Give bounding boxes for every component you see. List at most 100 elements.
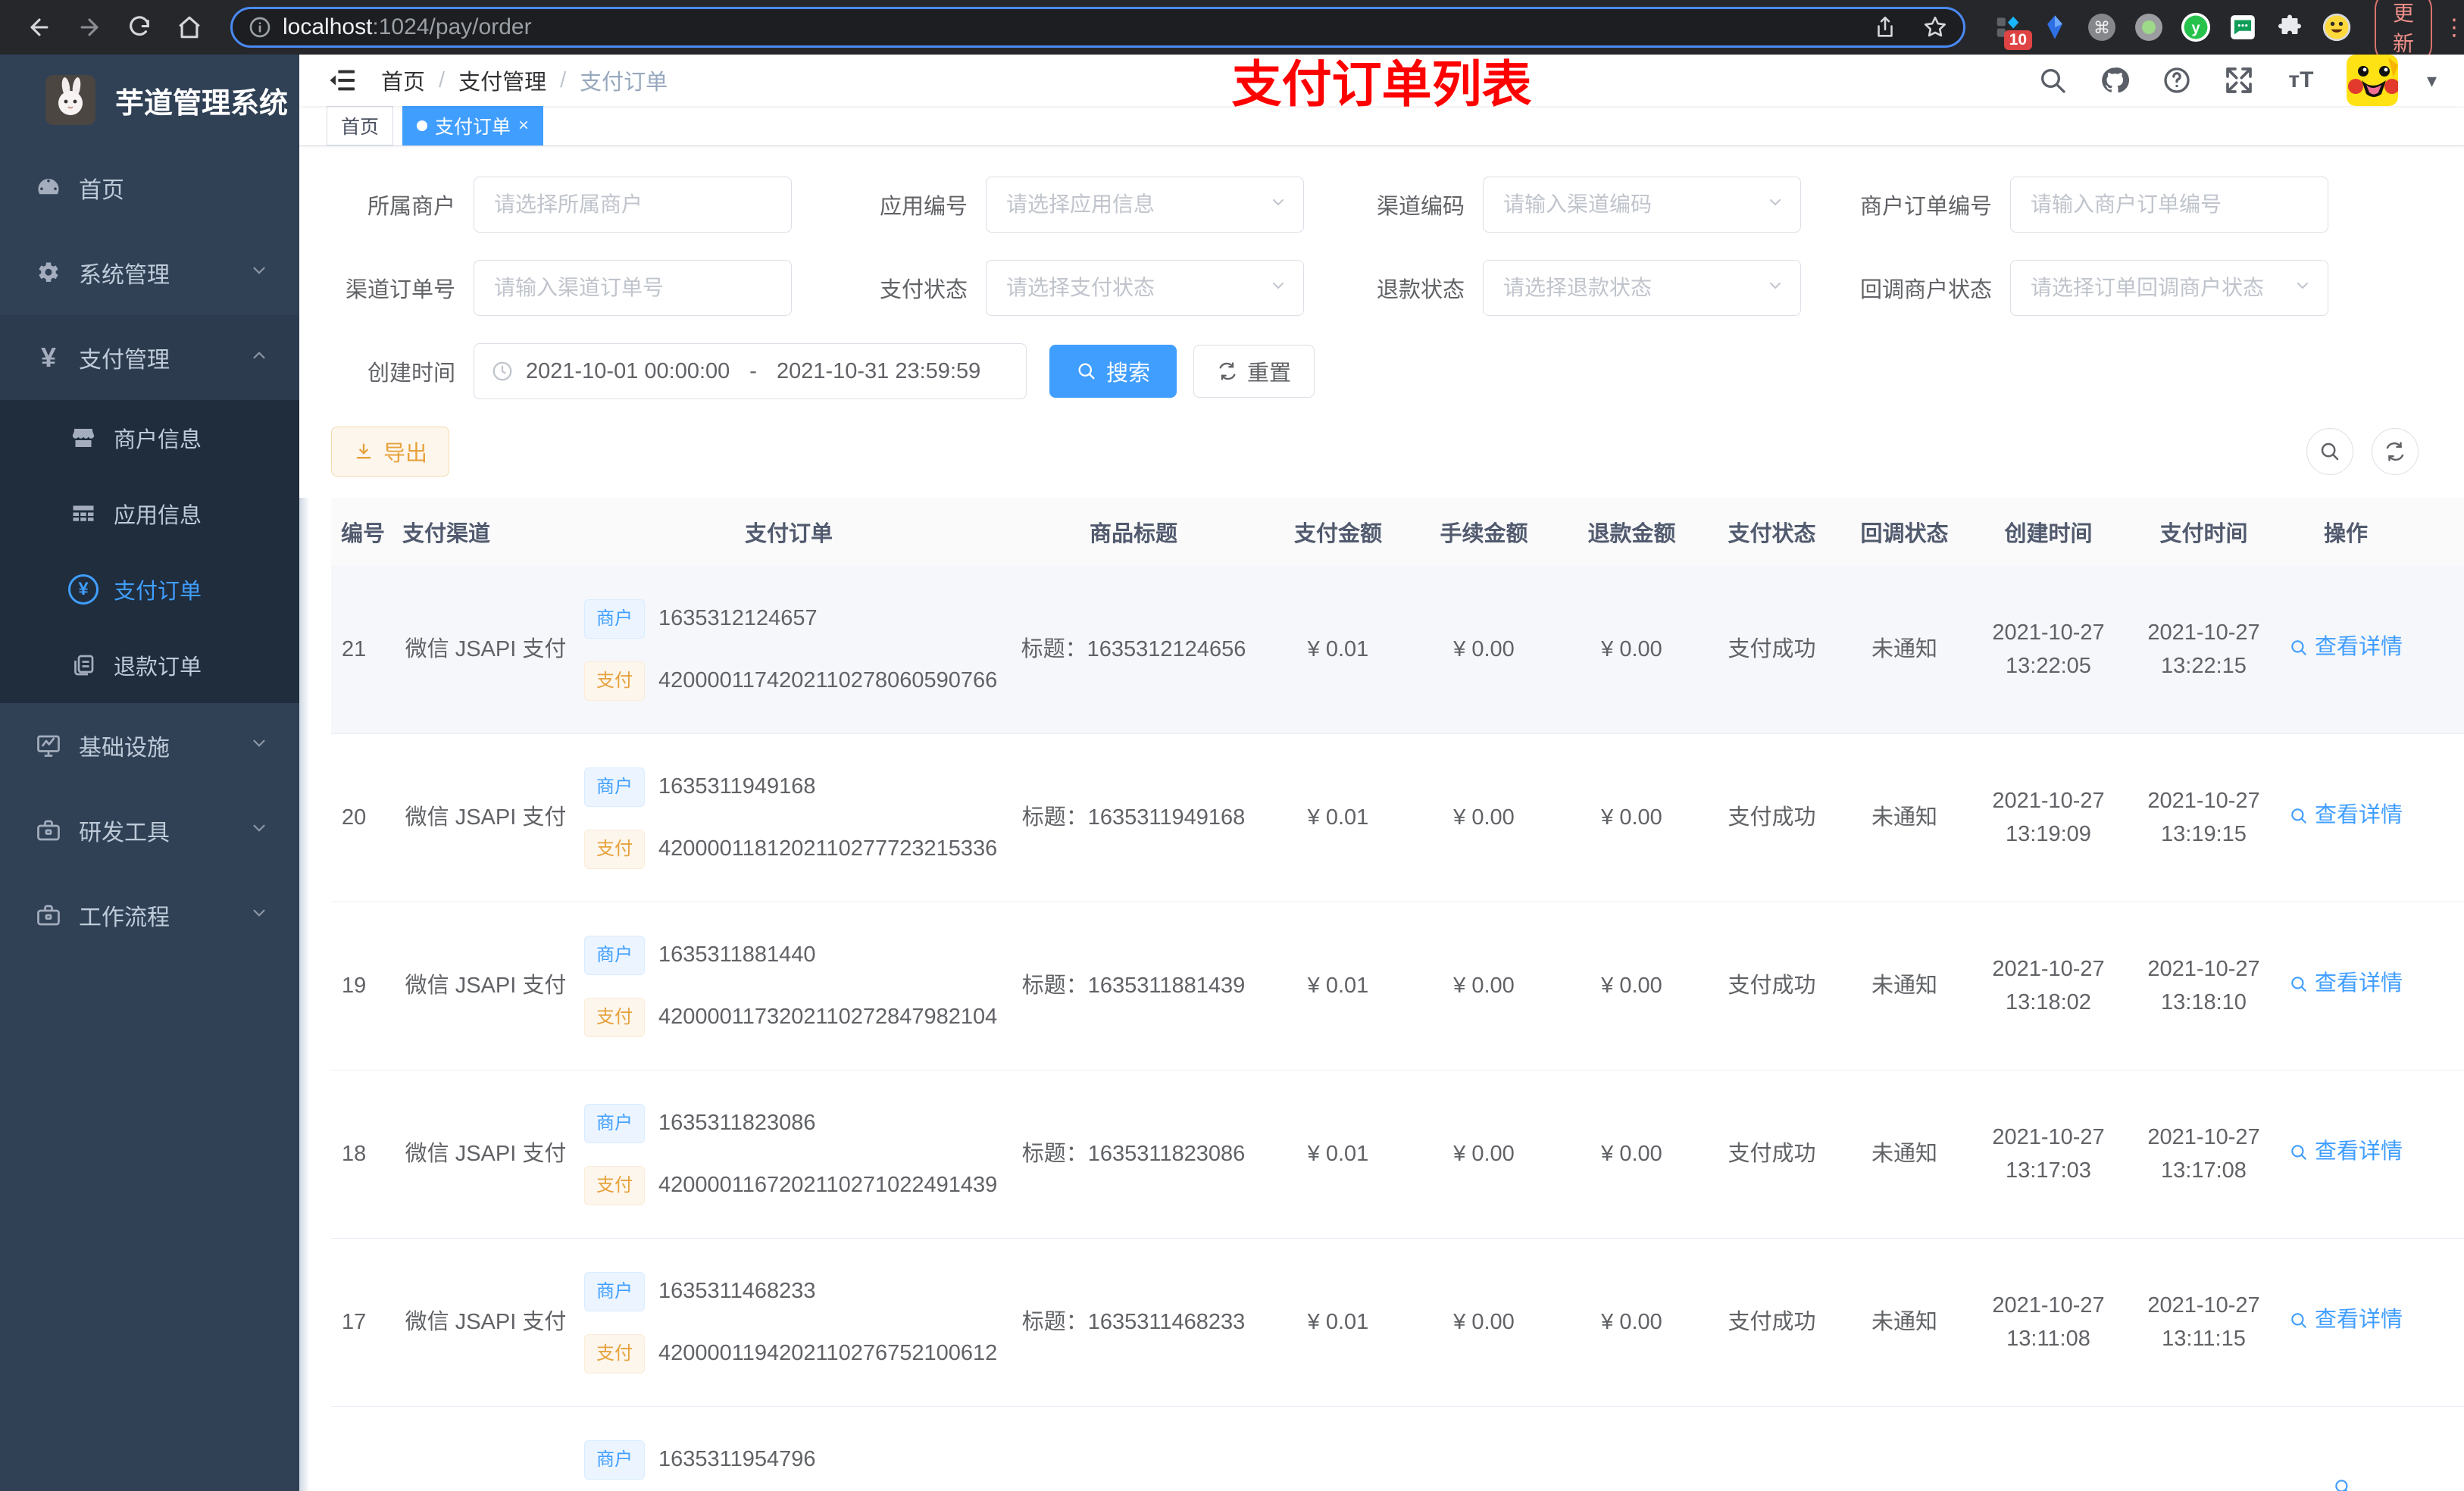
search-button[interactable]: 搜索 bbox=[1049, 345, 1177, 398]
channel-order-no-input[interactable] bbox=[474, 260, 792, 316]
yen-circle-icon: ¥ bbox=[68, 574, 98, 605]
date-range-input[interactable]: 2021-10-01 00:00:00 - 2021-10-31 23:59:5… bbox=[474, 343, 1027, 399]
forward-icon[interactable] bbox=[68, 6, 111, 48]
extension-chat-icon[interactable] bbox=[2228, 12, 2258, 42]
column-header: 支付时间 bbox=[2159, 522, 2248, 546]
export-button[interactable]: 导出 bbox=[331, 427, 450, 477]
extension-grey-dot-icon[interactable] bbox=[2134, 12, 2164, 42]
extension-command-icon[interactable]: ⌘ bbox=[2087, 12, 2117, 42]
help-icon[interactable] bbox=[2160, 64, 2194, 97]
fullscreen-icon[interactable] bbox=[2222, 64, 2256, 97]
cell-fee: ¥ 0.00 bbox=[1453, 973, 1515, 998]
browser-menu-icon[interactable]: ⋮ bbox=[2443, 14, 2464, 41]
close-icon[interactable]: × bbox=[518, 115, 529, 136]
extension-puzzle-icon[interactable] bbox=[2275, 12, 2305, 42]
filter-label: 创建时间 bbox=[367, 361, 455, 386]
merchant-input[interactable] bbox=[474, 177, 792, 233]
breadcrumb-home[interactable]: 首页 bbox=[381, 64, 425, 96]
view-detail-link[interactable]: 查看详情 bbox=[2289, 1136, 2403, 1169]
filter-label: 回调商户状态 bbox=[1859, 278, 1992, 302]
sidebar-item-system[interactable]: 系统管理 bbox=[0, 230, 299, 315]
filter-label: 渠道编码 bbox=[1376, 195, 1465, 219]
sidebar-collapse-icon[interactable] bbox=[327, 64, 360, 97]
extension-kite-icon[interactable] bbox=[2040, 12, 2070, 42]
app-select[interactable] bbox=[986, 177, 1304, 233]
filter-notify-status: 回调商户状态 bbox=[1828, 260, 2328, 316]
table-header: 编号 支付渠道 支付订单 商品标题 支付金额 手续金额 退款金额 支付状态 回调状态 创建时间 支付… bbox=[331, 498, 2464, 566]
chevron-down-icon bbox=[1269, 276, 1287, 300]
svg-text:y: y bbox=[2191, 20, 2200, 36]
filter-label: 渠道订单号 bbox=[345, 278, 455, 302]
monitor-chart-icon bbox=[33, 730, 64, 761]
table-row: 商户 1635311954796 支付 bbox=[331, 1407, 2464, 1491]
chevron-down-icon bbox=[249, 261, 269, 286]
merchant-order-no-input[interactable] bbox=[2010, 177, 2328, 233]
breadcrumb-payment: 支付管理 bbox=[458, 70, 547, 95]
sidebar-item-refund-order[interactable]: 退款订单 bbox=[0, 627, 299, 703]
address-bar[interactable]: localhost:1024/pay/order bbox=[230, 7, 1965, 48]
sidebar-item-label: 应用信息 bbox=[114, 504, 202, 528]
view-detail-link[interactable]: 查看详情 bbox=[2289, 631, 2403, 664]
reload-icon[interactable] bbox=[118, 6, 161, 48]
tag-pay-order[interactable]: 支付订单 × bbox=[402, 106, 544, 145]
cell-id: 18 bbox=[342, 1141, 367, 1166]
column-header: 支付金额 bbox=[1293, 522, 1382, 546]
pay-order-no: 4200001181202110277723215336 bbox=[658, 836, 998, 861]
site-info-icon[interactable] bbox=[248, 15, 272, 39]
reset-button[interactable]: 重置 bbox=[1193, 345, 1315, 398]
github-icon[interactable] bbox=[2098, 64, 2131, 97]
sidebar-item-label: 基础设施 bbox=[79, 736, 170, 761]
sidebar-item-label: 商户信息 bbox=[114, 428, 202, 452]
filter-pay-status: 支付状态 bbox=[819, 260, 1304, 316]
pay-tag: 支付 bbox=[584, 1165, 645, 1205]
sidebar-item-workflow[interactable]: 工作流程 bbox=[0, 873, 299, 958]
sidebar-item-app-info[interactable]: 应用信息 bbox=[0, 476, 299, 552]
share-icon[interactable] bbox=[1872, 14, 1898, 40]
cell-created: 2021-10-27 13:18:02 bbox=[1992, 957, 2105, 1014]
bookmark-star-icon[interactable] bbox=[1922, 14, 1948, 40]
extension-y-icon[interactable]: y bbox=[2181, 12, 2211, 42]
user-avatar[interactable] bbox=[2346, 55, 2398, 106]
refresh-button[interactable] bbox=[2372, 428, 2419, 475]
cell-notify: 未通知 bbox=[1871, 973, 1937, 998]
table-row: 21 微信 JSAPI 支付 商户 1635312124657 支付 42000… bbox=[331, 566, 2464, 734]
view-detail-link[interactable]: 查看详情 bbox=[2289, 799, 2403, 833]
chevron-down-icon bbox=[1766, 276, 1784, 300]
back-icon[interactable] bbox=[18, 6, 61, 48]
search-icon[interactable] bbox=[2036, 64, 2069, 97]
pay-status-select[interactable] bbox=[986, 260, 1304, 316]
url-path: :1024/pay/order bbox=[372, 14, 532, 39]
cell-channel: 微信 JSAPI 支付 bbox=[405, 1141, 567, 1166]
merchant-tag: 商户 bbox=[584, 1103, 645, 1143]
column-header: 操作 bbox=[2323, 522, 2368, 546]
clock-icon bbox=[491, 360, 514, 383]
merchant-order-no: 1635311823086 bbox=[658, 1110, 816, 1135]
sidebar-item-infra[interactable]: 基础设施 bbox=[0, 703, 299, 788]
sidebar-item-payment[interactable]: ¥ 支付管理 bbox=[0, 315, 299, 400]
cell-notify: 未通知 bbox=[1871, 805, 1937, 830]
extension-row: 10 ⌘ y bbox=[1993, 12, 2352, 50]
view-detail-link[interactable] bbox=[2333, 1477, 2359, 1491]
sidebar-item-merchant-info[interactable]: 商户信息 bbox=[0, 400, 299, 476]
tag-home[interactable]: 首页 bbox=[327, 106, 394, 145]
sidebar-item-pay-order[interactable]: ¥ 支付订单 bbox=[0, 552, 299, 627]
cell-paid: 2021-10-27 13:19:15 bbox=[2147, 789, 2260, 846]
sidebar-logo[interactable]: 芋道管理系统 bbox=[0, 55, 299, 145]
extension-emoji-icon[interactable] bbox=[2322, 12, 2352, 42]
avatar-caret-icon[interactable]: ▾ bbox=[2427, 69, 2437, 92]
toggle-search-button[interactable] bbox=[2306, 428, 2353, 475]
home-icon[interactable] bbox=[168, 6, 211, 48]
filter-channel-code: 渠道编码 bbox=[1331, 177, 1801, 233]
chevron-down-icon bbox=[249, 733, 269, 758]
notify-status-select[interactable] bbox=[2010, 260, 2328, 316]
sidebar-item-home[interactable]: 首页 bbox=[0, 145, 299, 230]
cell-refund: ¥ 0.00 bbox=[1601, 1141, 1662, 1166]
extension-diamond-icon[interactable]: 10 bbox=[1993, 12, 2032, 50]
view-detail-link[interactable]: 查看详情 bbox=[2289, 1304, 2403, 1337]
channel-code-select[interactable] bbox=[1483, 177, 1801, 233]
sidebar-item-devtools[interactable]: 研发工具 bbox=[0, 788, 299, 873]
refund-status-select[interactable] bbox=[1483, 260, 1801, 316]
cell-fee: ¥ 0.00 bbox=[1453, 805, 1515, 830]
view-detail-link[interactable]: 查看详情 bbox=[2289, 967, 2403, 1001]
font-size-icon[interactable]: тT bbox=[2284, 64, 2318, 97]
